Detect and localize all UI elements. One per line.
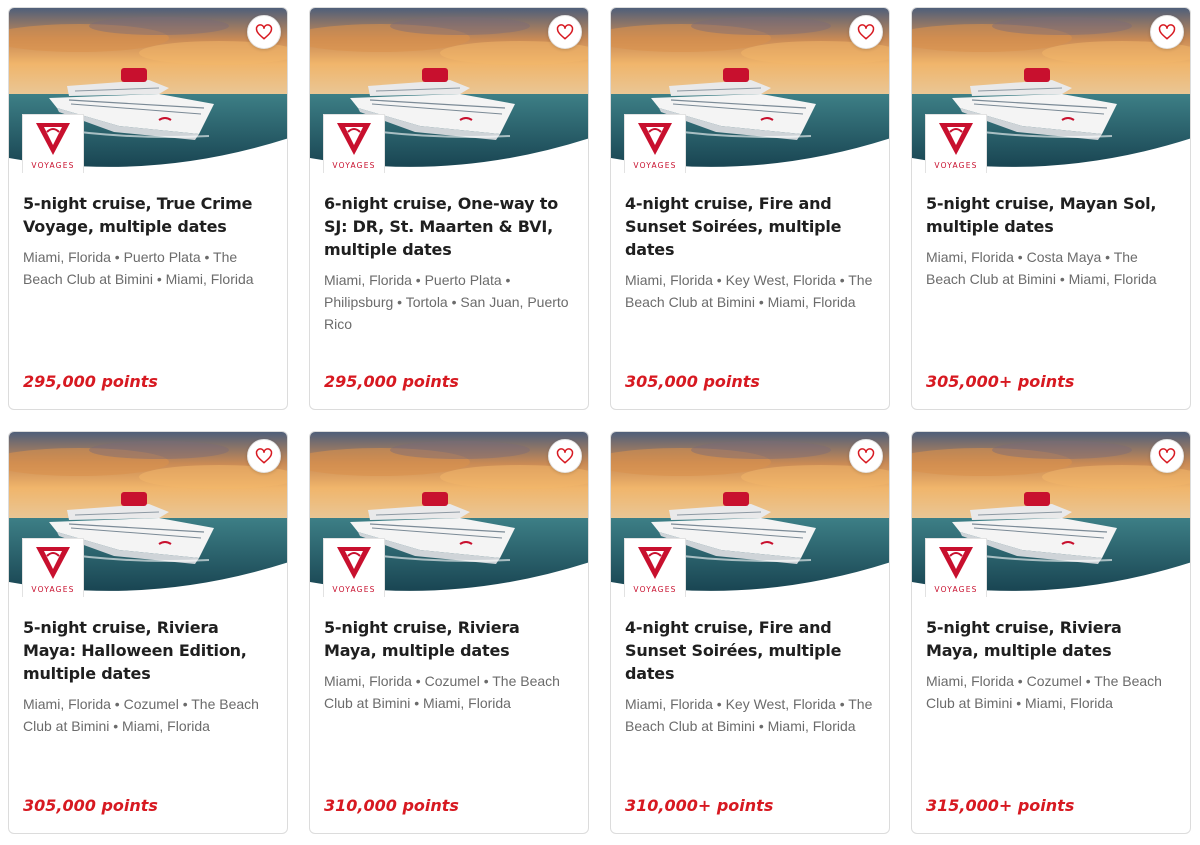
points-price: 305,000+ points <box>926 372 1075 391</box>
favorite-heart-button[interactable] <box>849 439 883 473</box>
card-body: 5-night cruise, Riviera Maya, multiple d… <box>310 597 588 714</box>
heart-icon <box>857 448 875 464</box>
points-price: 315,000+ points <box>926 796 1075 815</box>
cruise-results-grid: VOYAGES 5-night cruise, True Crime Voyag… <box>8 7 1191 834</box>
cruise-card[interactable]: VOYAGES 4-night cruise, Fire and Sunset … <box>610 7 890 410</box>
cruise-route: Miami, Florida • Puerto Plata • Philipsb… <box>324 272 569 332</box>
virgin-v-icon <box>939 547 973 579</box>
favorite-heart-button[interactable] <box>548 439 582 473</box>
points-price: 310,000 points <box>324 796 459 815</box>
cruise-ship-image: VOYAGES <box>611 432 889 597</box>
cruise-ship-image: VOYAGES <box>310 432 588 597</box>
logo-word: VOYAGES <box>332 585 376 594</box>
card-body: 5-night cruise, Riviera Maya: Halloween … <box>9 597 287 737</box>
cruise-route: Miami, Florida • Cozumel • The Beach Clu… <box>23 696 259 734</box>
cruise-ship-image: VOYAGES <box>9 432 287 597</box>
cruise-title[interactable]: 5-night cruise, Riviera Maya: Halloween … <box>23 616 273 685</box>
cruise-title[interactable]: 5-night cruise, Riviera Maya, multiple d… <box>926 616 1176 662</box>
heart-icon <box>1158 448 1176 464</box>
cruise-route: Miami, Florida • Costa Maya • The Beach … <box>926 249 1157 287</box>
cruise-route: Miami, Florida • Key West, Florida • The… <box>625 696 873 734</box>
virgin-v-icon <box>638 547 672 579</box>
virgin-voyages-logo: VOYAGES <box>22 114 84 173</box>
cruise-card[interactable]: VOYAGES 6-night cruise, One-way to SJ: D… <box>309 7 589 410</box>
virgin-voyages-logo: VOYAGES <box>22 538 84 597</box>
virgin-voyages-logo: VOYAGES <box>624 538 686 597</box>
points-price: 305,000 points <box>625 372 760 391</box>
logo-word: VOYAGES <box>31 585 75 594</box>
card-body: 6-night cruise, One-way to SJ: DR, St. M… <box>310 173 588 335</box>
cruise-card[interactable]: VOYAGES 5-night cruise, Riviera Maya: Ha… <box>8 431 288 834</box>
favorite-heart-button[interactable] <box>849 15 883 49</box>
cruise-title[interactable]: 5-night cruise, Mayan Sol, multiple date… <box>926 192 1176 238</box>
cruise-card[interactable]: VOYAGES 4-night cruise, Fire and Sunset … <box>610 431 890 834</box>
logo-word: VOYAGES <box>31 161 75 170</box>
heart-icon <box>556 24 574 40</box>
virgin-voyages-logo: VOYAGES <box>925 114 987 173</box>
points-price: 305,000 points <box>23 796 158 815</box>
cruise-title[interactable]: 5-night cruise, Riviera Maya, multiple d… <box>324 616 574 662</box>
card-body: 5-night cruise, True Crime Voyage, multi… <box>9 173 287 290</box>
points-price: 295,000 points <box>23 372 158 391</box>
cruise-route: Miami, Florida • Key West, Florida • The… <box>625 272 873 310</box>
cruise-route: Miami, Florida • Puerto Plata • The Beac… <box>23 249 254 287</box>
cruise-route: Miami, Florida • Cozumel • The Beach Clu… <box>926 673 1162 711</box>
card-body: 5-night cruise, Mayan Sol, multiple date… <box>912 173 1190 290</box>
heart-icon <box>556 448 574 464</box>
favorite-heart-button[interactable] <box>247 15 281 49</box>
cruise-card[interactable]: VOYAGES 5-night cruise, True Crime Voyag… <box>8 7 288 410</box>
favorite-heart-button[interactable] <box>1150 15 1184 49</box>
logo-word: VOYAGES <box>934 161 978 170</box>
favorite-heart-button[interactable] <box>548 15 582 49</box>
card-body: 5-night cruise, Riviera Maya, multiple d… <box>912 597 1190 714</box>
logo-word: VOYAGES <box>633 585 677 594</box>
virgin-v-icon <box>337 123 371 155</box>
virgin-voyages-logo: VOYAGES <box>624 114 686 173</box>
virgin-v-icon <box>337 547 371 579</box>
cruise-title[interactable]: 4-night cruise, Fire and Sunset Soirées,… <box>625 192 875 261</box>
virgin-v-icon <box>36 547 70 579</box>
virgin-voyages-logo: VOYAGES <box>925 538 987 597</box>
cruise-ship-image: VOYAGES <box>9 8 287 173</box>
cruise-ship-image: VOYAGES <box>611 8 889 173</box>
heart-icon <box>255 448 273 464</box>
virgin-voyages-logo: VOYAGES <box>323 114 385 173</box>
points-price: 310,000+ points <box>625 796 774 815</box>
virgin-v-icon <box>939 123 973 155</box>
cruise-ship-image: VOYAGES <box>912 8 1190 173</box>
points-price: 295,000 points <box>324 372 459 391</box>
heart-icon <box>857 24 875 40</box>
card-body: 4-night cruise, Fire and Sunset Soirées,… <box>611 173 889 313</box>
heart-icon <box>1158 24 1176 40</box>
virgin-voyages-logo: VOYAGES <box>323 538 385 597</box>
virgin-v-icon <box>36 123 70 155</box>
cruise-ship-image: VOYAGES <box>310 8 588 173</box>
cruise-ship-image: VOYAGES <box>912 432 1190 597</box>
cruise-card[interactable]: VOYAGES 5-night cruise, Riviera Maya, mu… <box>911 431 1191 834</box>
logo-word: VOYAGES <box>332 161 376 170</box>
cruise-route: Miami, Florida • Cozumel • The Beach Clu… <box>324 673 560 711</box>
cruise-card[interactable]: VOYAGES 5-night cruise, Riviera Maya, mu… <box>309 431 589 834</box>
logo-word: VOYAGES <box>633 161 677 170</box>
logo-word: VOYAGES <box>934 585 978 594</box>
favorite-heart-button[interactable] <box>247 439 281 473</box>
card-body: 4-night cruise, Fire and Sunset Soirées,… <box>611 597 889 737</box>
cruise-title[interactable]: 6-night cruise, One-way to SJ: DR, St. M… <box>324 192 574 261</box>
cruise-card[interactable]: VOYAGES 5-night cruise, Mayan Sol, multi… <box>911 7 1191 410</box>
cruise-title[interactable]: 5-night cruise, True Crime Voyage, multi… <box>23 192 273 238</box>
favorite-heart-button[interactable] <box>1150 439 1184 473</box>
heart-icon <box>255 24 273 40</box>
virgin-v-icon <box>638 123 672 155</box>
cruise-title[interactable]: 4-night cruise, Fire and Sunset Soirées,… <box>625 616 875 685</box>
